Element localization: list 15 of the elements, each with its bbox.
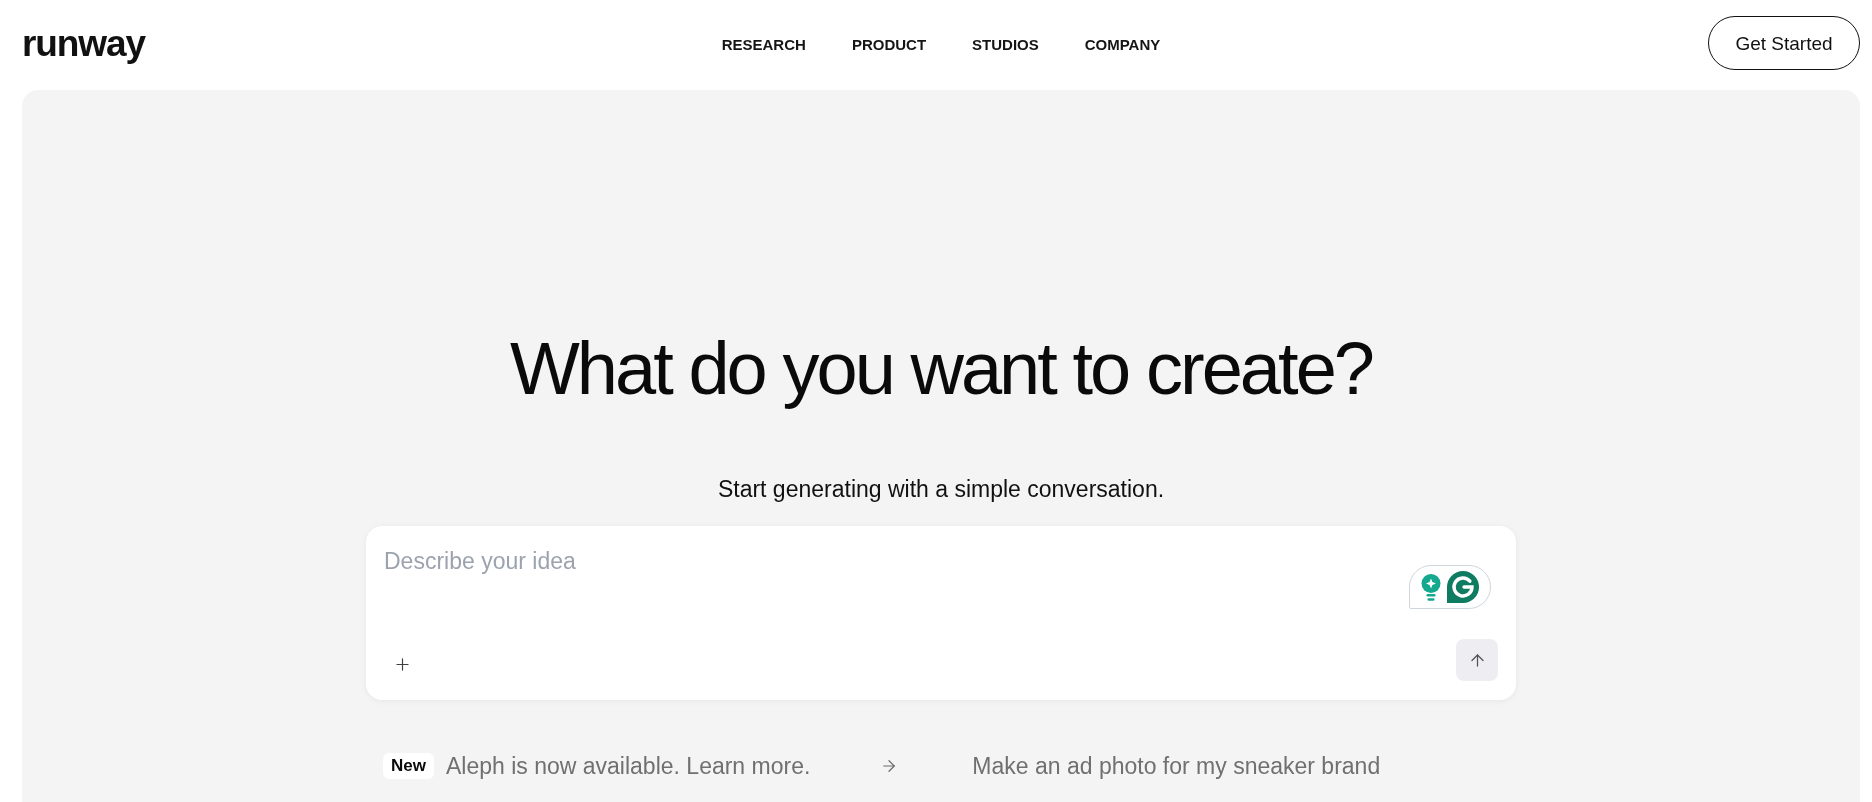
prompt-text-field[interactable]: Describe your idea (384, 546, 1384, 639)
lightbulb-sparkle-icon (1421, 573, 1441, 601)
runway-logo[interactable]: runway (22, 24, 145, 62)
nav-link[interactable]: COMPANY (1084, 34, 1161, 55)
announcement-link[interactable]: Aleph is now available. Learn more. (445, 751, 811, 781)
nav-link[interactable]: PRODUCT (851, 34, 927, 55)
hero-subtitle: Start generating with a simple conversation. (717, 475, 1165, 504)
get-started-button[interactable]: Get Started (1708, 16, 1860, 70)
nav-link[interactable]: STUDIOS (972, 34, 1039, 55)
nav-link[interactable]: RESEARCH (721, 34, 806, 55)
prompt-input-box[interactable]: Describe your idea (366, 526, 1516, 700)
assistant-widget[interactable] (1409, 565, 1491, 609)
g-logo-icon (1447, 571, 1479, 603)
suggestion-prompt[interactable]: Make an ad photo for my sneaker brand (972, 751, 1381, 781)
new-badge: New (383, 753, 434, 779)
